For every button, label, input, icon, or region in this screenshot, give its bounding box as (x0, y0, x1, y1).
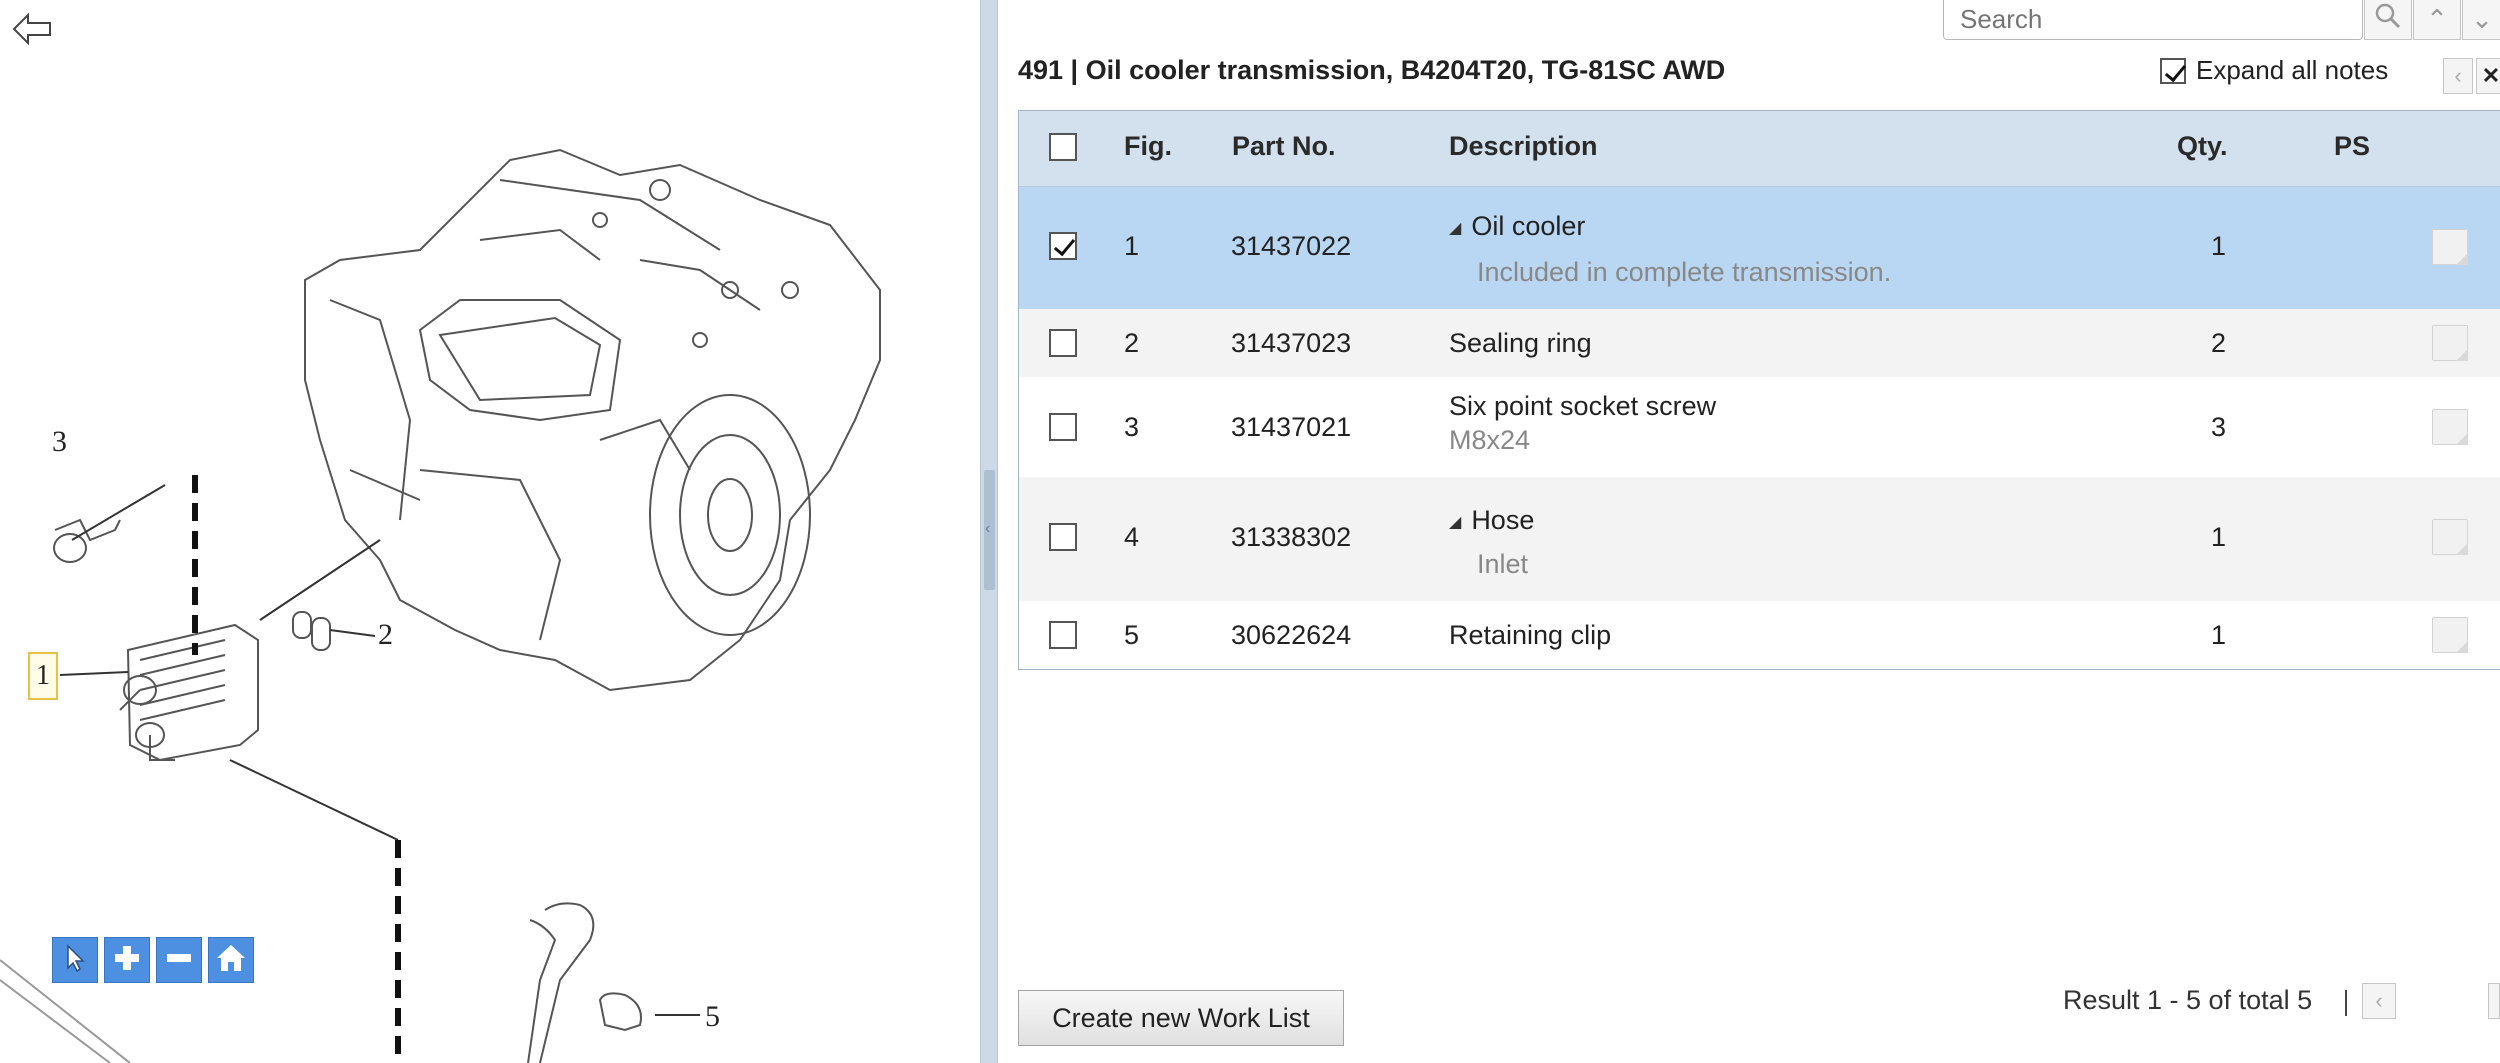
panel-splitter[interactable]: ‹ (980, 0, 998, 1063)
callout-1[interactable]: 1 (28, 652, 58, 700)
zoom-in-icon (113, 944, 141, 977)
close-panel-button[interactable]: ✕ (2476, 58, 2500, 94)
chevron-left-icon: ‹ (2454, 63, 2462, 88)
description: Retaining clip (1449, 620, 1612, 650)
quantity: 3 (2211, 412, 2227, 442)
table-row[interactable]: 4 31338302 ◢ Hose Inlet 1 (1019, 477, 2500, 601)
row-checkbox[interactable] (1049, 621, 1077, 649)
column-header-ps[interactable]: PS (2334, 131, 2370, 162)
search-icon (2375, 3, 2401, 36)
close-icon: ✕ (2481, 63, 2500, 88)
select-icon (62, 943, 88, 978)
note-icon[interactable] (2432, 519, 2468, 555)
previous-page-button[interactable]: ‹ (2362, 983, 2396, 1019)
table-row[interactable]: 5 30622624 Retaining clip 1 (1019, 601, 2500, 669)
home-icon (215, 943, 247, 978)
search-input[interactable] (1943, 0, 2363, 40)
page-title: 491 | Oil cooler transmission, B4204T20,… (1018, 55, 1726, 85)
part-number: 30622624 (1231, 620, 1352, 650)
fig-number: 3 (1124, 412, 1140, 442)
description-note: M8x24 (1449, 425, 1531, 455)
row-checkbox[interactable] (1049, 413, 1077, 441)
pagination-divider (2345, 990, 2347, 1016)
callout-5[interactable]: 5 (705, 1000, 720, 1034)
part-number: 31437022 (1231, 231, 1352, 261)
quantity: 1 (2211, 620, 2227, 650)
note-icon[interactable] (2432, 325, 2468, 361)
fig-number: 1 (1124, 231, 1140, 261)
quantity: 2 (2211, 328, 2227, 358)
home-button[interactable] (208, 937, 254, 983)
description: Sealing ring (1449, 328, 1592, 358)
parts-panel: ⌃ ⌄ 491 | Oil cooler transmission, B4204… (998, 0, 2500, 1063)
row-checkbox[interactable] (1049, 329, 1077, 357)
callout-3[interactable]: 3 (52, 425, 67, 459)
create-work-list-button[interactable]: Create new Work List (1018, 990, 1344, 1046)
expand-notes-label: Expand all notes (2196, 55, 2389, 85)
previous-match-button[interactable]: ⌃ (2413, 0, 2461, 40)
row-checkbox[interactable] (1049, 232, 1077, 260)
column-header-fig[interactable]: Fig. (1124, 131, 1172, 162)
column-header-description[interactable]: Description (1449, 131, 1598, 162)
zoom-out-icon (165, 944, 193, 977)
next-match-button[interactable]: ⌄ (2462, 0, 2500, 40)
collapse-handle[interactable]: ‹ (984, 470, 995, 590)
description[interactable]: ◢ Hose (1449, 505, 1534, 536)
collapse-triangle-icon[interactable]: ◢ (1449, 220, 1461, 237)
quantity: 1 (2211, 522, 2227, 552)
chevron-up-icon: ⌃ (2426, 4, 2448, 34)
table-row[interactable]: 2 31437023 Sealing ring 2 (1019, 309, 2500, 377)
collapse-triangle-icon[interactable]: ◢ (1449, 514, 1461, 531)
row-checkbox[interactable] (1049, 523, 1077, 551)
table-row[interactable]: 1 31437022 ◢ Oil cooler Included in compl… (1019, 187, 2500, 309)
description-note: Included in complete transmission. (1477, 257, 1892, 287)
note-icon[interactable] (2432, 617, 2468, 653)
column-header-part-no[interactable]: Part No. (1232, 131, 1336, 162)
fig-number: 2 (1124, 328, 1140, 358)
chevron-left-icon: ‹ (2375, 988, 2383, 1013)
exploded-parts-diagram (0, 148, 881, 1063)
zoom-in-button[interactable] (104, 937, 150, 983)
description: Six point socket screw (1449, 391, 1717, 421)
next-page-button[interactable] (2488, 983, 2500, 1019)
part-number: 31338302 (1231, 522, 1352, 552)
description-note: Inlet (1477, 549, 1529, 579)
fig-number: 4 (1124, 522, 1140, 552)
description[interactable]: ◢ Oil cooler (1449, 211, 1585, 242)
note-icon[interactable] (2432, 409, 2468, 445)
parts-table: Fig. Part No. Description Qty. PS 1 3143… (1018, 110, 2500, 670)
diagram-panel[interactable]: 1 2 3 5 (0, 0, 980, 1063)
part-number: 31437023 (1231, 328, 1352, 358)
quantity: 1 (2211, 231, 2227, 261)
search-button[interactable] (2364, 0, 2412, 40)
zoom-out-button[interactable] (156, 937, 202, 983)
result-count: Result 1 - 5 of total 5 (2063, 985, 2313, 1015)
chevron-down-icon: ⌄ (2471, 4, 2493, 34)
expand-notes-checkbox[interactable] (2160, 57, 2186, 84)
table-header: Fig. Part No. Description Qty. PS (1019, 111, 2500, 187)
chevron-left-icon: ‹ (985, 520, 991, 537)
part-number: 31437021 (1231, 412, 1352, 442)
scroll-left-button[interactable]: ‹ (2443, 58, 2473, 94)
select-all-checkbox[interactable] (1049, 133, 1077, 161)
table-row[interactable]: 3 31437021 Six point socket screw M8x24 … (1019, 377, 2500, 477)
column-header-qty[interactable]: Qty. (2177, 131, 2228, 162)
note-icon[interactable] (2432, 229, 2468, 265)
fig-number: 5 (1124, 620, 1140, 650)
select-tool-button[interactable] (52, 937, 98, 983)
callout-2[interactable]: 2 (378, 618, 393, 652)
expand-all-notes-toggle[interactable]: Expand all notes (2160, 55, 2388, 86)
